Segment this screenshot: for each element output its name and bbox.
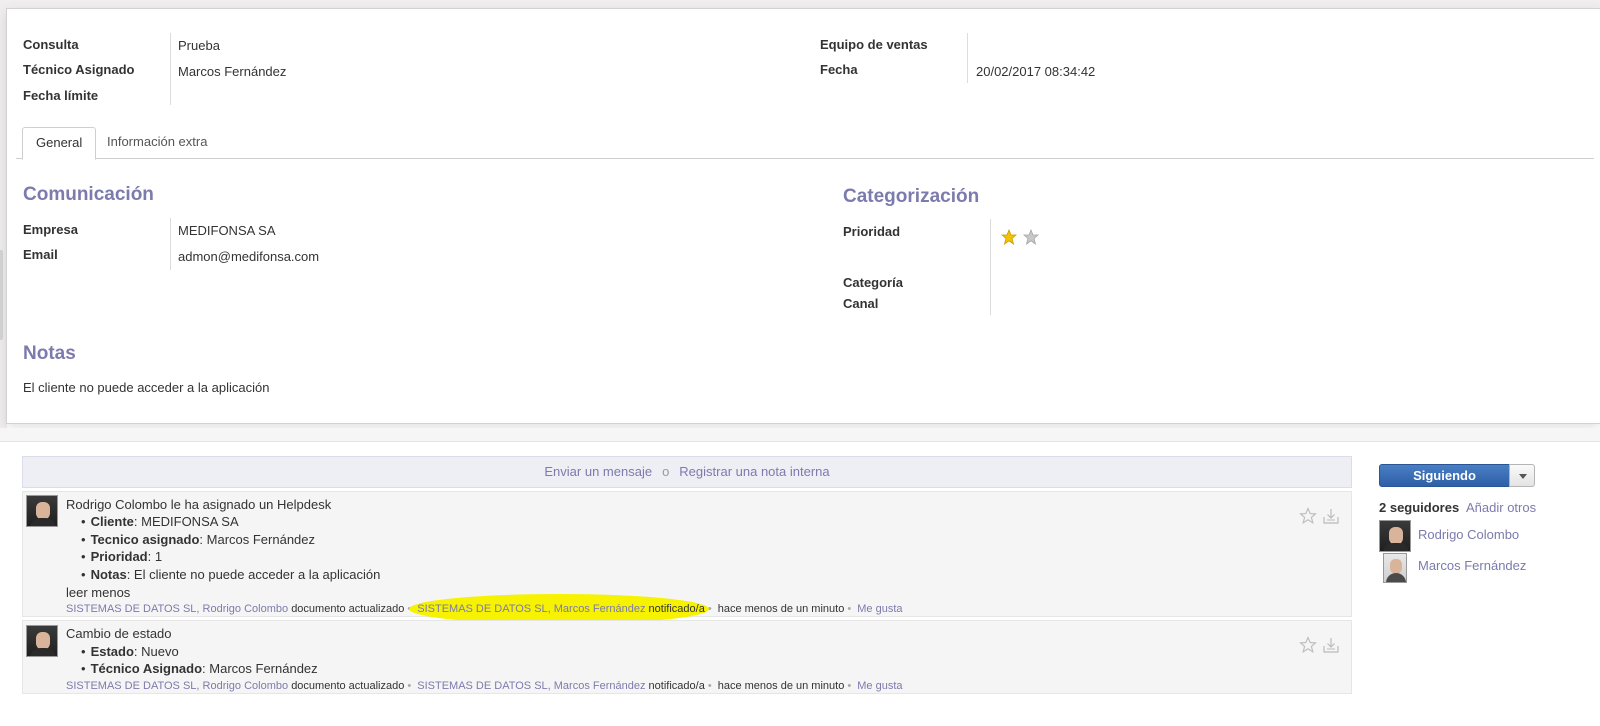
notified-suffix: notificado/a bbox=[648, 680, 705, 692]
tab-general[interactable]: General bbox=[22, 127, 97, 160]
tecnico-label: Técnico Asignado bbox=[23, 62, 135, 77]
notified-link[interactable]: SISTEMAS DE DATOS SL, Marcos Fernández bbox=[417, 680, 645, 692]
chatter-composer-bar: Enviar un mensaje o Registrar una nota int… bbox=[22, 456, 1352, 488]
read-less-link[interactable]: leer menos bbox=[66, 585, 130, 600]
tab-bar: General Información extra bbox=[16, 119, 1594, 160]
top-strip bbox=[0, 0, 1600, 8]
followers-count: 2 seguidores bbox=[1379, 500, 1460, 515]
categoria-label: Categoría bbox=[843, 275, 903, 290]
archive-icon[interactable] bbox=[1322, 507, 1340, 525]
following-dropdown-toggle[interactable] bbox=[1509, 464, 1535, 487]
message-meta: SISTEMAS DE DATOS SL, Rodrigo Colombo do… bbox=[66, 680, 903, 692]
like-link[interactable]: Me gusta bbox=[857, 603, 902, 615]
message-line: • Prioridad: 1 bbox=[81, 549, 163, 564]
star-outline-icon[interactable] bbox=[1299, 507, 1317, 525]
priority-star-empty-icon[interactable] bbox=[1023, 229, 1039, 245]
categorizacion-separator bbox=[990, 219, 991, 315]
categorizacion-title: Categorización bbox=[843, 186, 980, 207]
follow-button-group: Siguiendo bbox=[1379, 464, 1535, 487]
author-link[interactable]: SISTEMAS DE DATOS SL, Rodrigo Colombo bbox=[66, 680, 288, 692]
follower-avatar[interactable] bbox=[1379, 520, 1411, 552]
comunicacion-title: Comunicación bbox=[23, 184, 154, 205]
comunicacion-separator bbox=[170, 218, 171, 270]
header-right-separator bbox=[967, 33, 968, 83]
like-link[interactable]: Me gusta bbox=[857, 680, 902, 692]
author-link[interactable]: SISTEMAS DE DATOS SL, Rodrigo Colombo bbox=[66, 603, 288, 615]
composer-separator: o bbox=[662, 464, 670, 479]
add-followers-link[interactable]: Añadir otros bbox=[1466, 500, 1536, 515]
message-time: hace menos de un minuto bbox=[717, 680, 845, 692]
header-left-separator bbox=[170, 33, 171, 105]
consulta-value[interactable]: Prueba bbox=[178, 38, 220, 53]
message-line: • Técnico Asignado: Marcos Fernández bbox=[81, 661, 318, 676]
message-title: Cambio de estado bbox=[66, 626, 172, 641]
message-line: • Cliente: MEDIFONSA SA bbox=[81, 514, 239, 529]
follower-marcos-fernandez[interactable]: Marcos Fernández bbox=[1418, 558, 1526, 573]
following-button[interactable]: Siguiendo bbox=[1379, 464, 1510, 487]
fecha-value[interactable]: 20/02/2017 08:34:42 bbox=[976, 64, 1095, 79]
fecha-limite-label: Fecha límite bbox=[23, 88, 99, 103]
notified-link[interactable]: SISTEMAS DE DATOS SL, Marcos Fernández bbox=[417, 603, 645, 615]
fecha-label: Fecha bbox=[820, 62, 858, 77]
log-note-link[interactable]: Registrar una nota interna bbox=[679, 464, 829, 479]
notas-text[interactable]: El cliente no puede acceder a la aplicac… bbox=[23, 380, 269, 395]
tecnico-value-link[interactable]: Marcos Fernández bbox=[178, 64, 286, 79]
send-message-link[interactable]: Enviar un mensaje bbox=[544, 464, 652, 479]
avatar[interactable] bbox=[26, 495, 58, 527]
empresa-value-link[interactable]: MEDIFONSA SA bbox=[178, 223, 276, 238]
star-outline-icon[interactable] bbox=[1299, 636, 1317, 654]
equipo-ventas-label: Equipo de ventas bbox=[820, 37, 928, 52]
message-line: • Tecnico asignado: Marcos Fernández bbox=[81, 532, 316, 547]
prioridad-label: Prioridad bbox=[843, 224, 901, 239]
canal-label: Canal bbox=[843, 296, 879, 311]
message-line: • Estado: Nuevo bbox=[81, 644, 179, 659]
left-scroll-nub[interactable] bbox=[0, 250, 3, 340]
priority-star-filled-icon[interactable] bbox=[1001, 229, 1017, 245]
sheet-bottom-bar bbox=[0, 428, 1600, 442]
notified-highlight: SISTEMAS DE DATOS SL, Marcos Fernández n… bbox=[409, 594, 709, 624]
notas-title: Notas bbox=[23, 343, 76, 364]
tab-informacion-extra[interactable]: Información extra bbox=[94, 127, 220, 159]
action-text: documento actualizado bbox=[291, 680, 405, 692]
action-text: documento actualizado bbox=[291, 603, 405, 615]
archive-icon[interactable] bbox=[1322, 636, 1340, 654]
follower-avatar[interactable] bbox=[1383, 553, 1407, 583]
email-value[interactable]: admon@medifonsa.com bbox=[178, 249, 319, 264]
avatar[interactable] bbox=[26, 625, 58, 657]
message-title: Rodrigo Colombo le ha asignado un Helpde… bbox=[66, 497, 332, 512]
message-line: • Notas: El cliente no puede acceder a la… bbox=[81, 567, 381, 582]
empresa-label: Empresa bbox=[23, 222, 78, 237]
follower-rodrigo-colombo[interactable]: Rodrigo Colombo bbox=[1418, 527, 1519, 542]
email-label: Email bbox=[23, 247, 58, 262]
consulta-label: Consulta bbox=[23, 37, 79, 52]
message-time: hace menos de un minuto bbox=[717, 603, 845, 615]
message-meta: SISTEMAS DE DATOS SL, Rodrigo Colombo do… bbox=[66, 594, 903, 624]
